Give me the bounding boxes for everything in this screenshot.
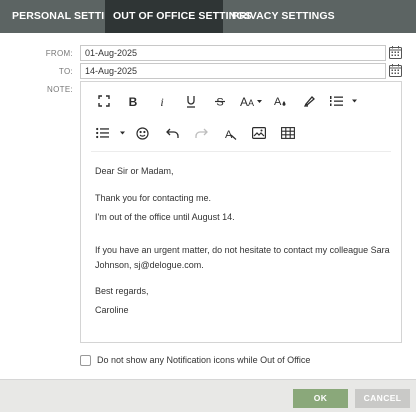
from-label: FROM: (45, 49, 73, 58)
svg-text:A: A (225, 129, 233, 140)
editor-toolbar-row-2: A (81, 120, 401, 146)
calendar-icon[interactable] (389, 64, 402, 77)
image-icon[interactable] (250, 120, 268, 146)
font-size-icon[interactable]: AA (239, 88, 265, 114)
bold-icon[interactable]: B (124, 88, 142, 114)
cancel-button[interactable]: CANCEL (355, 389, 410, 408)
ok-button[interactable]: OK (293, 389, 348, 408)
note-label: NOTE: (47, 85, 73, 94)
hide-notification-icons-checkbox[interactable] (80, 355, 91, 366)
bullet-list-icon[interactable] (95, 120, 127, 146)
redo-icon[interactable] (192, 120, 210, 146)
highlight-icon[interactable] (300, 88, 318, 114)
tab-personal-settings[interactable]: PERSONAL SETTINGS (0, 0, 127, 33)
undo-icon[interactable] (163, 120, 181, 146)
from-date-field[interactable]: 01-Aug-2025 (80, 45, 386, 61)
message-urgent: If you have an urgent matter, do not hes… (95, 245, 390, 270)
message-signature: Caroline (95, 305, 129, 315)
message-away: I'm out of the office until August 14. (95, 212, 235, 222)
tab-privacy-settings[interactable]: PRIVACY SETTINGS (223, 0, 335, 33)
text-color-icon[interactable]: A (271, 88, 289, 114)
svg-text:A: A (274, 96, 282, 108)
dialog-footer: OK CANCEL (0, 379, 416, 412)
message-closing: Best regards, (95, 286, 149, 296)
svg-text:A: A (248, 98, 254, 107)
emoji-icon[interactable] (133, 120, 151, 146)
to-label: TO: (58, 67, 73, 76)
svg-text:i: i (160, 95, 163, 107)
italic-icon[interactable]: i (153, 88, 171, 114)
to-date-field[interactable]: 14-Aug-2025 (80, 63, 386, 79)
clear-format-icon[interactable]: A (221, 120, 239, 146)
fullscreen-icon[interactable] (95, 88, 113, 114)
svg-text:A: A (240, 95, 248, 107)
message-thanks: Thank you for contacting me. (95, 193, 212, 203)
ordered-list-icon[interactable] (329, 88, 359, 114)
table-icon[interactable] (279, 120, 297, 146)
calendar-icon[interactable] (389, 46, 402, 59)
underline-icon[interactable] (182, 88, 200, 114)
hide-notification-icons-label[interactable]: Do not show any Notification icons while… (97, 355, 310, 365)
toolbar-divider (91, 151, 391, 152)
tab-out-of-office-settings[interactable]: OUT OF OFFICE SETTINGS (105, 0, 252, 33)
svg-text:B: B (129, 95, 138, 107)
strikethrough-icon[interactable]: S (211, 88, 229, 114)
note-editor[interactable]: B i S AA A A Dear Sir or Madam, Thank yo… (80, 81, 402, 343)
settings-tabbar: PERSONAL SETTINGS OUT OF OFFICE SETTINGS… (0, 0, 416, 33)
editor-toolbar-row-1: B i S AA A (81, 88, 401, 114)
message-greeting: Dear Sir or Madam, (95, 166, 174, 176)
